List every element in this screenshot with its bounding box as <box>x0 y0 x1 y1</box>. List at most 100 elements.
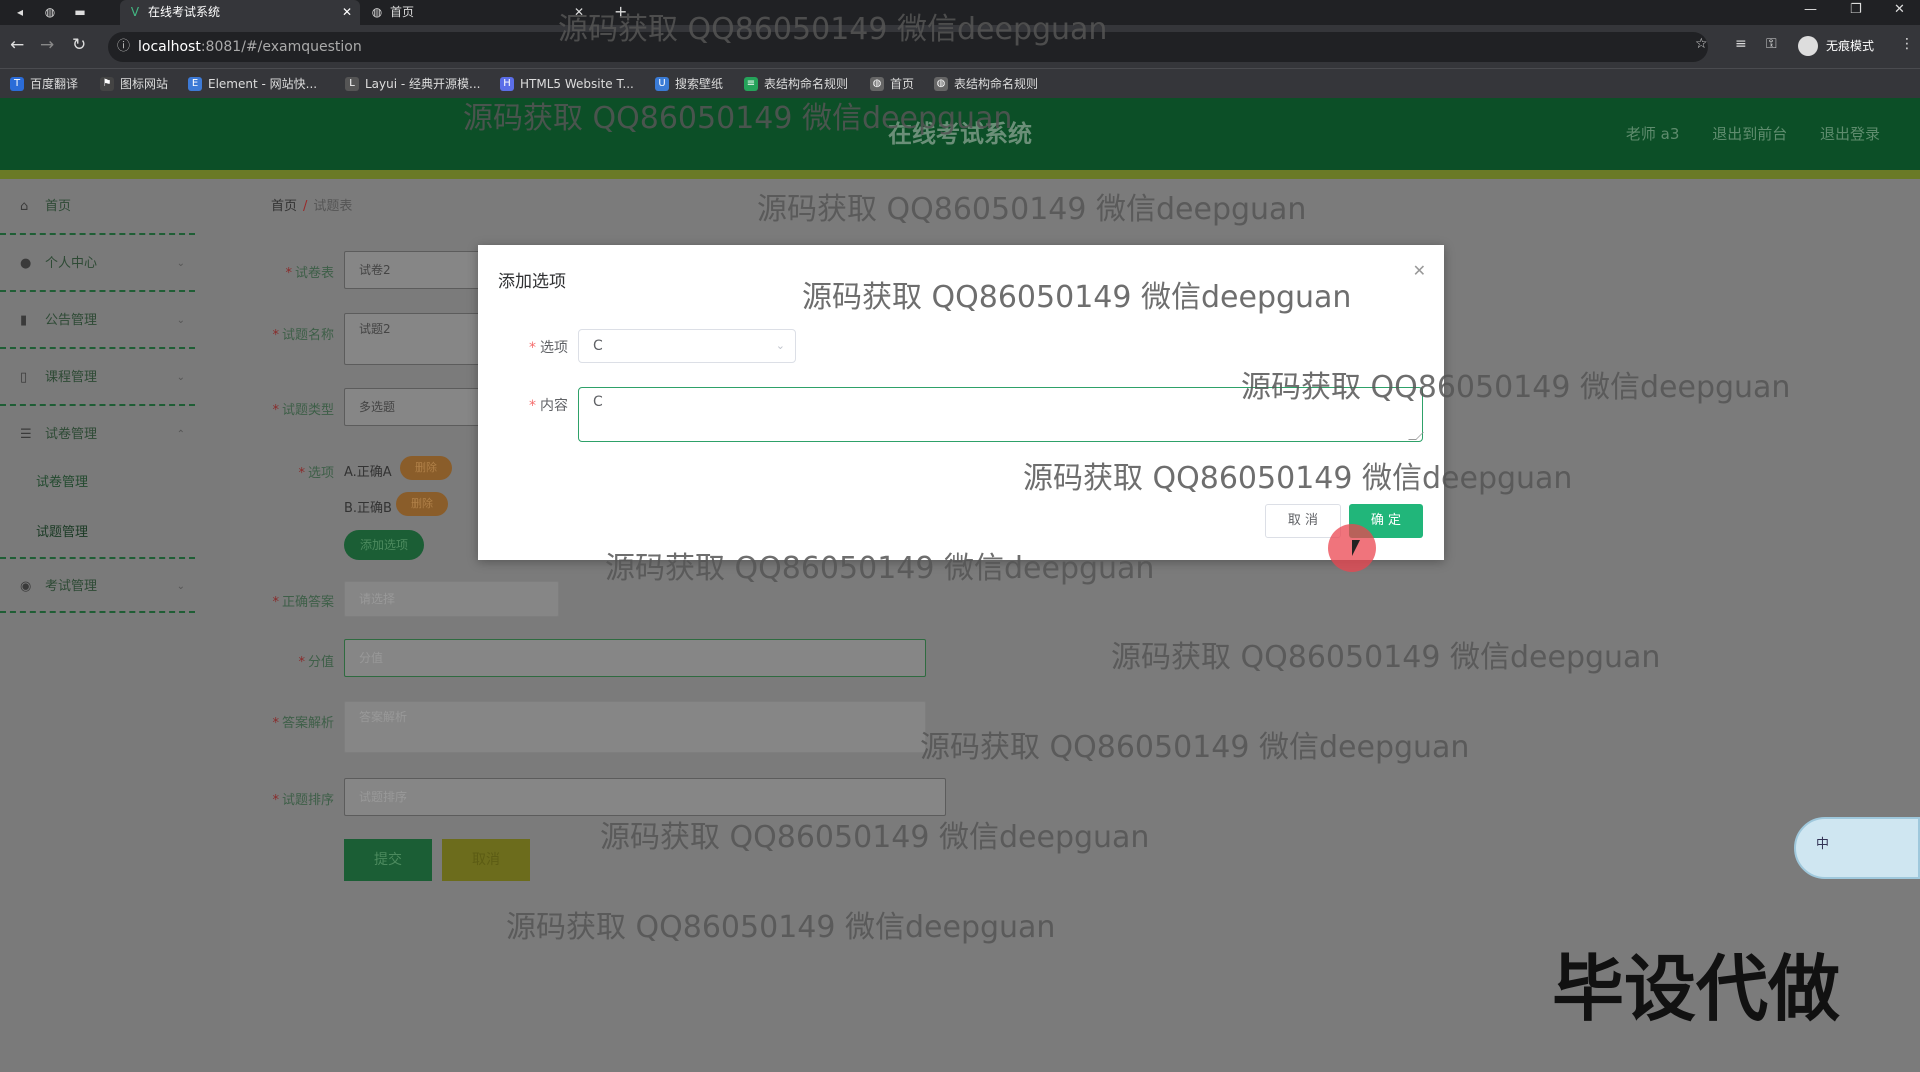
chevron-down-icon: ⌄ <box>176 581 185 592</box>
bookmark-item[interactable]: T 百度翻译 <box>10 69 78 99</box>
html5-icon: H <box>500 77 514 91</box>
option-select[interactable]: C ⌄ <box>578 329 796 363</box>
incognito-label: 无痕模式 <box>1826 39 1875 53</box>
breadcrumb-home[interactable]: 首页 <box>271 199 297 214</box>
forward-icon[interactable]: → <box>40 35 54 55</box>
watermark-text: 源码获取 QQ86050149 微信deepguan <box>802 280 1352 315</box>
translate-icon: T <box>10 77 24 91</box>
chart-icon: ▮ <box>20 313 28 328</box>
watermark-text: 源码获取 QQ86050149 微信deepguan <box>605 551 1155 586</box>
tab-title: 首页 <box>390 5 415 19</box>
resize-handle-icon[interactable] <box>1408 432 1424 440</box>
close-icon[interactable]: ✕ <box>1413 261 1426 280</box>
dialog-cancel-button[interactable]: 取 消 <box>1265 504 1341 538</box>
breadcrumb: 首页 / 试题表 <box>271 199 353 214</box>
sidebar-item-notice[interactable]: ▮ 公告管理 ⌄ <box>0 293 195 349</box>
window-icon[interactable]: ▬ <box>72 4 88 20</box>
ime-mode-label: 中 <box>1816 837 1830 852</box>
score-input[interactable]: 分值 <box>344 639 926 677</box>
chevron-down-icon: ⌄ <box>176 258 185 269</box>
globe-icon: ◍ <box>870 77 884 91</box>
watermark-text: 源码获取 QQ86050149 微信deepguan <box>600 820 1150 855</box>
analysis-input[interactable]: 答案解析 <box>344 701 926 753</box>
sidebar-item-exam[interactable]: ◉ 考试管理 ⌄ <box>0 557 195 613</box>
watermark-banner: 毕设代做 <box>1552 947 1841 1031</box>
media-icon[interactable]: ≡ <box>1735 36 1747 52</box>
watermark-text: 源码获取 QQ86050149 微信deepguan <box>463 101 1013 136</box>
browser-tab-active[interactable]: V 在线考试系统 ✕ <box>120 0 360 25</box>
sidebar-item-paper[interactable]: ☰ 试卷管理 ⌃ <box>0 407 195 463</box>
close-window-icon[interactable]: ✕ <box>1894 2 1905 17</box>
answer-select[interactable]: 请选择 <box>344 581 559 617</box>
back-icon[interactable]: ← <box>10 35 24 55</box>
flag-icon: ⚑ <box>100 77 114 91</box>
phone-icon: ▯ <box>20 370 28 385</box>
watermark-text: 源码获取 QQ86050149 微信deepguan <box>757 192 1307 227</box>
chevron-down-icon: ⌄ <box>775 339 785 352</box>
sidebar-subitem-paper[interactable]: 试卷管理 <box>36 471 88 490</box>
bookmark-item[interactable]: E Element - 网站快... <box>188 69 317 99</box>
restore-icon[interactable]: ❐ <box>1850 2 1862 17</box>
speaker-icon[interactable]: ◂ <box>12 4 28 20</box>
sidebar-item-course[interactable]: ▯ 课程管理 ⌄ <box>0 350 195 406</box>
bookmark-item[interactable]: L Layui - 经典开源模... <box>345 69 480 99</box>
sidebar-item-home[interactable]: ⌂ 首页 <box>0 179 195 235</box>
doc-icon: ≡ <box>744 77 758 91</box>
watermark-text: 源码获取 QQ86050149 微信deepguan <box>1023 461 1573 496</box>
minimize-icon[interactable]: — <box>1804 2 1817 17</box>
watermark-text: 源码获取 QQ86050149 微信deepguan <box>506 910 1056 945</box>
url-host: localhost <box>138 39 201 55</box>
delete-option-button[interactable]: 删除 <box>396 492 448 516</box>
close-tab-icon[interactable]: ✕ <box>342 0 352 25</box>
layui-icon: L <box>345 77 359 91</box>
dialog-title: 添加选项 <box>498 272 566 292</box>
add-option-button[interactable]: 添加选项 <box>344 530 424 560</box>
question-type-label: * 试题类型 <box>272 403 334 418</box>
star-icon[interactable]: ☆ <box>1695 36 1708 52</box>
delete-option-button[interactable]: 删除 <box>400 456 452 480</box>
score-label: * 分值 <box>298 655 334 670</box>
bookmark-item[interactable]: ⚑ 图标网站 <box>100 69 168 99</box>
mouse-cursor-icon <box>1352 540 1360 556</box>
order-input[interactable]: 试题排序 <box>344 778 946 816</box>
question-name-label: * 试题名称 <box>272 328 334 343</box>
paper-label: * 试卷表 <box>285 266 334 281</box>
content-label: * 内容 <box>529 398 568 414</box>
watermark-text: 源码获取 QQ86050149 微信deepguan <box>920 730 1470 765</box>
options-label: * 选项 <box>298 466 334 481</box>
list-icon: ☰ <box>20 427 32 442</box>
vue-icon: V <box>130 5 140 19</box>
url-path: :8081/#/examquestion <box>200 39 362 55</box>
submit-button[interactable]: 提交 <box>344 839 432 881</box>
menu-icon[interactable]: ⋮ <box>1900 36 1914 52</box>
header-links: 老师 a3 退出到前台 退出登录 <box>1598 98 1880 170</box>
user-icon: ● <box>20 256 32 271</box>
wallpaper-icon: U <box>655 77 669 91</box>
watermark-text: 源码获取 QQ86050149 微信deepguan <box>1111 640 1661 675</box>
ime-floating-widget[interactable]: 中 <box>1794 817 1920 879</box>
watermark-text: 源码获取 QQ86050149 微信deepguan <box>1241 370 1791 405</box>
option-text: A.正确A <box>344 465 392 480</box>
back-to-front-link[interactable]: 退出到前台 <box>1712 125 1787 143</box>
cancel-button[interactable]: 取消 <box>442 839 530 881</box>
option-label: * 选项 <box>529 340 568 356</box>
tab-title: 在线考试系统 <box>148 5 221 19</box>
site-info-icon[interactable]: ⓘ <box>117 32 130 62</box>
header-accent-strip <box>0 170 1920 179</box>
element-icon: E <box>188 77 202 91</box>
reload-icon[interactable]: ↻ <box>72 35 86 55</box>
chevron-up-icon: ⌃ <box>176 429 185 440</box>
order-label: * 试题排序 <box>272 793 334 808</box>
current-user[interactable]: 老师 a3 <box>1626 125 1680 143</box>
chevron-down-icon: ⌄ <box>176 315 185 326</box>
answer-label: * 正确答案 <box>272 595 334 610</box>
globe-icon[interactable]: ◍ <box>42 4 58 20</box>
chevron-down-icon: ⌄ <box>176 372 185 383</box>
key-icon[interactable]: ⚿ <box>1766 36 1777 52</box>
home-icon: ⌂ <box>20 199 29 214</box>
logout-link[interactable]: 退出登录 <box>1820 125 1880 143</box>
sidebar-item-profile[interactable]: ● 个人中心 ⌄ <box>0 236 195 292</box>
sidebar-subitem-question[interactable]: 试题管理 <box>36 521 88 540</box>
incognito-icon[interactable] <box>1798 36 1818 56</box>
globe-icon: ◍ <box>371 5 383 19</box>
